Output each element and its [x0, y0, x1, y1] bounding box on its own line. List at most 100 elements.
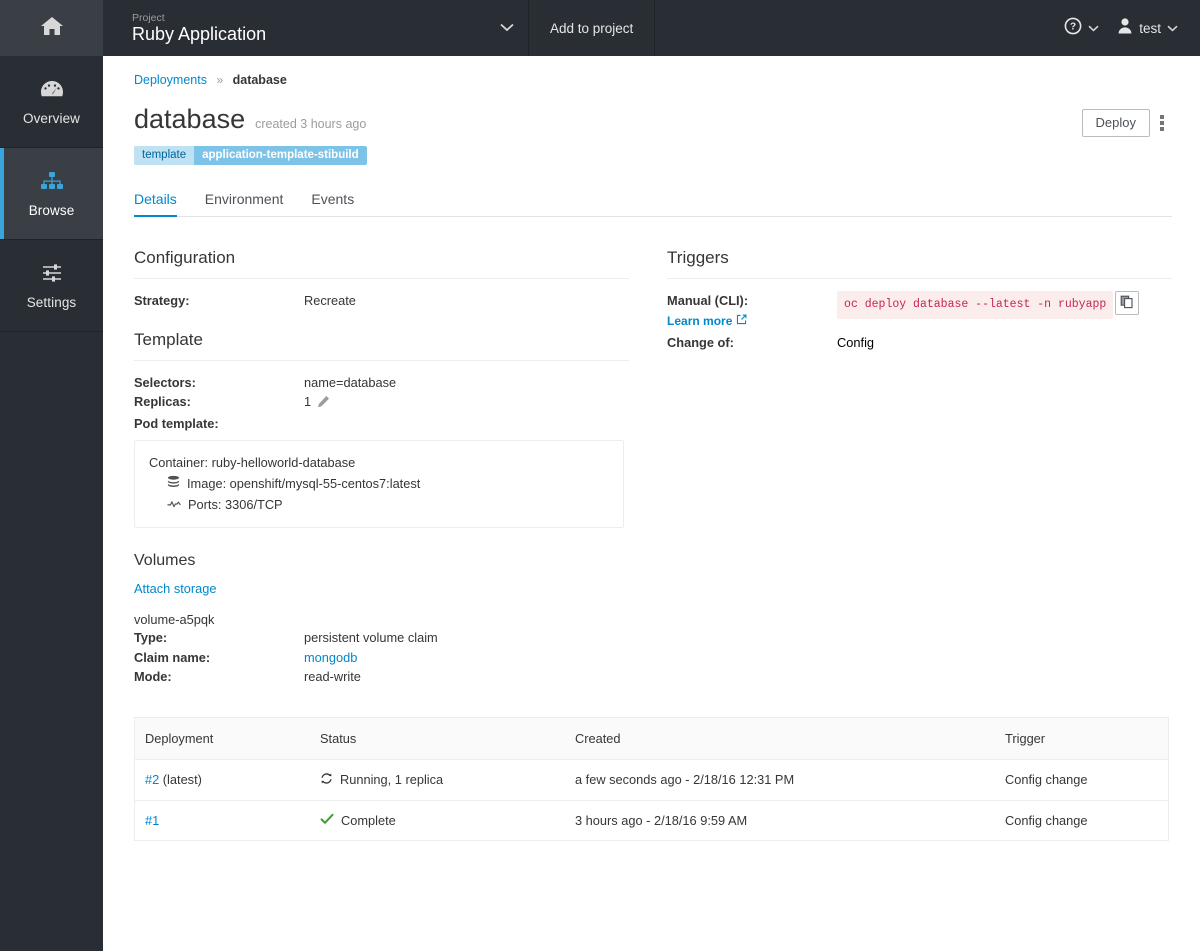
- change-of-label: Change of:: [667, 335, 734, 350]
- project-kicker: Project: [132, 11, 165, 24]
- cli-command[interactable]: oc deploy database --latest -n rubyapp: [837, 291, 1114, 319]
- sidebar-item-settings[interactable]: Settings: [0, 240, 103, 332]
- tab-details[interactable]: Details: [134, 191, 177, 217]
- pod-template-box: Container: ruby-helloworld-database Imag…: [134, 440, 624, 528]
- top-navbar: Project Ruby Application Add to project: [103, 0, 1200, 56]
- project-selector[interactable]: Project Ruby Application: [103, 0, 529, 56]
- help-circle-icon: ?: [1064, 17, 1082, 40]
- content-inner: Deployments » database database created …: [103, 56, 1200, 687]
- project-name: Ruby Application: [132, 23, 267, 44]
- page-header: database created 3 hours ago template ap…: [134, 103, 1172, 165]
- sync-icon: [320, 772, 333, 788]
- created-cell: a few seconds ago - 2/18/16 12:31 PM: [565, 759, 995, 801]
- volumes-heading: Volumes: [134, 552, 196, 569]
- table-body: #2 (latest) Running, 1 replica a few sec…: [135, 759, 1168, 840]
- pulse-icon: [167, 494, 181, 515]
- sidebar-item-overview[interactable]: Overview: [0, 56, 103, 148]
- status-text: Running, 1 replica: [340, 772, 444, 787]
- deployment-suffix: (latest): [159, 772, 202, 787]
- external-link-icon: [736, 312, 747, 332]
- pod-container-line: Container: ruby-helloworld-database: [149, 455, 356, 470]
- table-row: #2 (latest) Running, 1 replica a few sec…: [135, 759, 1168, 801]
- sidebar-item-browse[interactable]: Browse: [0, 148, 103, 240]
- copy-icon: [1120, 295, 1134, 312]
- dashboard-icon: [39, 78, 65, 102]
- user-name: test: [1139, 20, 1161, 36]
- selectors-value: name=database: [304, 374, 397, 390]
- attach-storage-link[interactable]: Attach storage: [134, 581, 217, 596]
- add-to-project-button[interactable]: Add to project: [529, 0, 656, 56]
- home-button[interactable]: [0, 0, 103, 56]
- content-column: Project Ruby Application Add to project: [103, 0, 1200, 951]
- openshift-console: Overview Browse Settings Project Ruby Ap…: [0, 0, 1200, 951]
- page-header-left: database created 3 hours ago template ap…: [134, 103, 1082, 165]
- learn-more-link[interactable]: Learn more: [667, 312, 747, 332]
- copy-button[interactable]: [1115, 291, 1140, 315]
- pod-image-row: Image: openshift/mysql-55-centos7:latest: [149, 473, 609, 494]
- cli-command-wrap: oc deploy database --latest -n rubyapp: [837, 291, 1140, 331]
- user-menu[interactable]: test: [1117, 17, 1178, 39]
- selectors-label: Selectors:: [134, 374, 196, 390]
- pod-ports-line: Ports: 3306/TCP: [188, 497, 283, 512]
- status-badge: Running, 1 replica: [320, 772, 565, 788]
- table-row: #1 Complete 3 hours ago - 2/18/16 9:59 A…: [135, 800, 1168, 840]
- tab-events[interactable]: Events: [311, 191, 354, 216]
- table-header-row: Deployment Status Created Trigger: [135, 717, 1168, 760]
- triggers-column: Triggers Manual (CLI): Learn more oc dep…: [657, 247, 1172, 687]
- strategy-row: Strategy: Recreate: [134, 291, 629, 311]
- topbar-actions: ? test: [1064, 0, 1200, 56]
- pencil-icon[interactable]: [317, 392, 330, 412]
- strategy-value: Recreate: [304, 293, 356, 308]
- status-text: Complete: [341, 812, 396, 828]
- label-badge-value: application-template-stibuild: [194, 146, 367, 165]
- replicas-row: Replicas: 1: [134, 392, 629, 412]
- configuration-column: Configuration Strategy: Recreate Templat…: [134, 247, 657, 687]
- deployments-table: Deployment Status Created Trigger #2 (la…: [135, 717, 1168, 840]
- change-of-value: Config: [837, 335, 875, 350]
- trigger-cell: Config change: [995, 759, 1168, 801]
- volume-claim-link[interactable]: mongodb: [304, 650, 357, 665]
- column-header-created: Created: [565, 717, 995, 760]
- chevron-down-icon: [1167, 19, 1178, 37]
- page-subtitle: created 3 hours ago: [255, 117, 367, 131]
- help-menu[interactable]: ?: [1064, 17, 1099, 40]
- column-header-trigger: Trigger: [995, 717, 1168, 760]
- deployment-link[interactable]: #1: [145, 813, 159, 828]
- manual-cli-labels: Manual (CLI): Learn more: [667, 291, 837, 331]
- volume-claim-row: Claim name: mongodb: [134, 648, 629, 668]
- volume-mode-row: Mode: read-write: [134, 667, 629, 687]
- sidebar-item-settings-label: Settings: [26, 294, 77, 310]
- column-header-status: Status: [310, 717, 565, 760]
- status-cell-wrap: Running, 1 replica: [310, 759, 565, 801]
- svg-text:?: ?: [1070, 21, 1076, 32]
- template-heading: Template: [134, 329, 630, 361]
- configuration-heading: Configuration: [134, 247, 630, 279]
- page-title-row: database created 3 hours ago: [134, 103, 1082, 135]
- volume-mode-label: Mode:: [134, 669, 172, 684]
- pod-template-row: Pod template:: [134, 414, 629, 434]
- deployments-table-wrapper: Deployment Status Created Trigger #2 (la…: [134, 716, 1169, 841]
- volume-type-label: Type:: [134, 630, 168, 645]
- strategy-label: Strategy:: [134, 293, 190, 308]
- label-badge[interactable]: template application-template-stibuild: [134, 146, 367, 165]
- breadcrumb-current: database: [232, 73, 287, 87]
- label-badge-key: template: [134, 146, 195, 165]
- deployment-cell: #2 (latest): [135, 759, 310, 801]
- labels-list: template application-template-stibuild: [134, 146, 1082, 165]
- deploy-button[interactable]: Deploy: [1081, 109, 1150, 137]
- tab-environment[interactable]: Environment: [205, 191, 284, 216]
- table-head: Deployment Status Created Trigger: [135, 717, 1168, 760]
- deployment-link[interactable]: #2: [145, 772, 159, 787]
- triggers-heading: Triggers: [667, 247, 1172, 279]
- breadcrumb-separator: »: [216, 73, 224, 87]
- learn-more-label: Learn more: [667, 313, 733, 328]
- replicas-value: 1: [304, 394, 312, 409]
- pod-image-line: Image: openshift/mysql-55-centos7:latest: [187, 476, 421, 491]
- user-icon: [1117, 17, 1133, 39]
- breadcrumb-deployments-link[interactable]: Deployments: [134, 73, 207, 87]
- chevron-down-icon: [1088, 19, 1099, 37]
- selectors-row: Selectors: name=database: [134, 373, 629, 393]
- sidebar-item-overview-label: Overview: [22, 110, 81, 126]
- kebab-menu-icon[interactable]: [1152, 111, 1172, 135]
- chevron-down-icon: [500, 19, 514, 37]
